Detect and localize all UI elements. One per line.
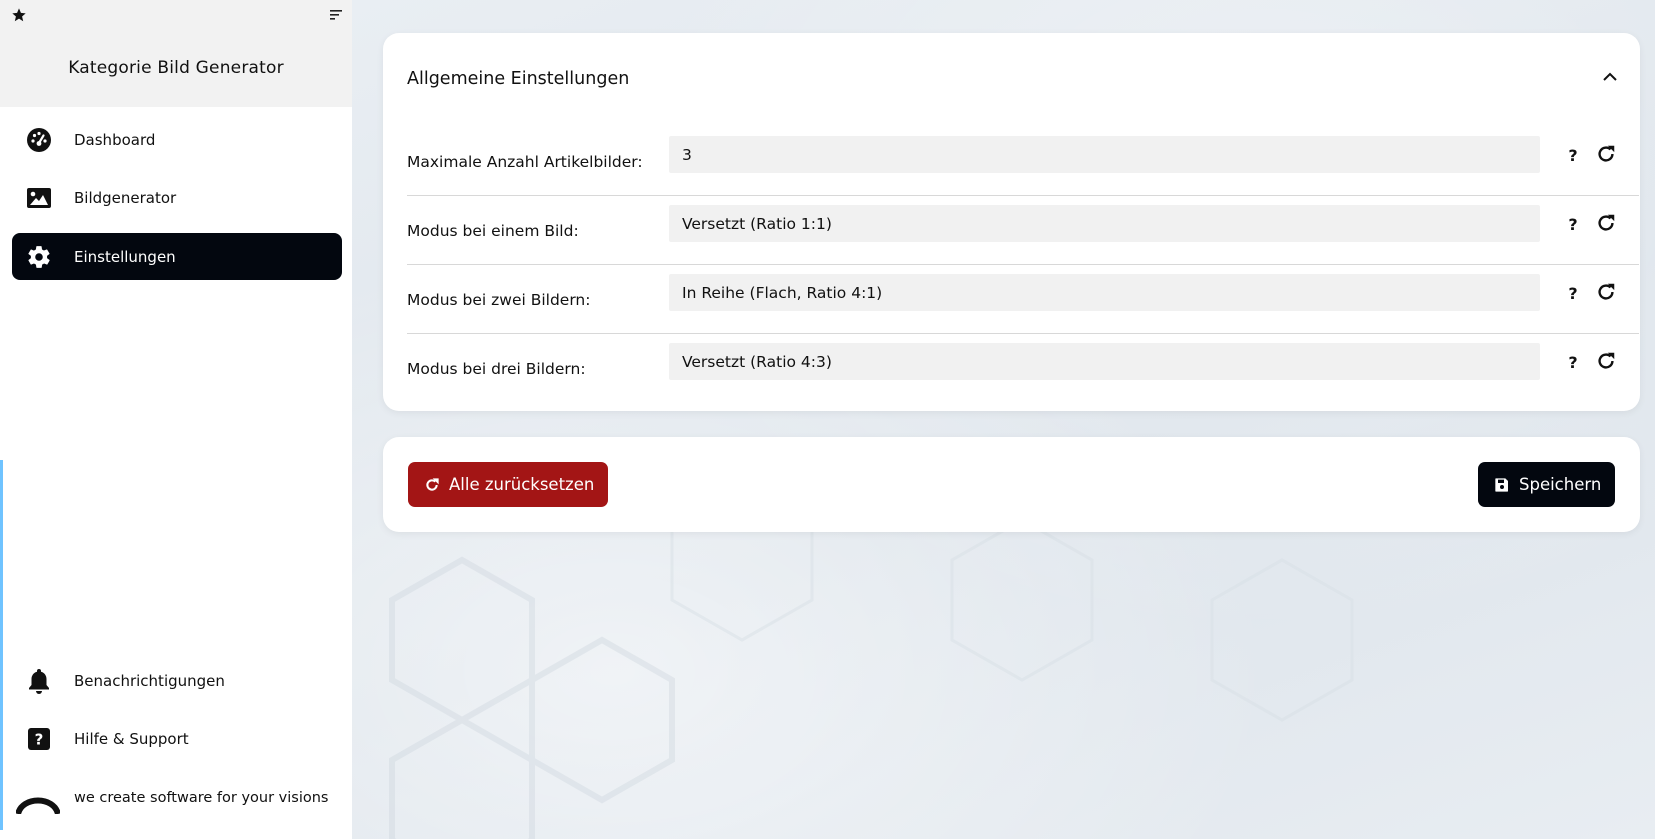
reset-all-label: Alle zurücksetzen [449, 475, 595, 494]
floppy-disk-icon [1495, 477, 1508, 492]
settings-card: Allgemeine Einstellungen Maximale Anzahl… [383, 33, 1640, 411]
reset-all-button[interactable]: Alle zurücksetzen [408, 462, 609, 507]
help-icon[interactable]: ? [1564, 209, 1582, 239]
nav-item-dashboard[interactable]: Dashboard [12, 116, 342, 163]
settings-section-title: Allgemeine Einstellungen [407, 69, 630, 89]
bell-icon [26, 668, 52, 694]
settings-row-max-images: Maximale Anzahl Artikelbilder: 3 ? [407, 127, 1639, 196]
reset-icon[interactable] [1595, 212, 1617, 234]
nav-item-bildgenerator[interactable]: Bildgenerator [12, 174, 342, 221]
svg-text:?: ? [35, 730, 44, 748]
nav-item-hilfe-support[interactable]: ? Hilfe & Support [12, 715, 342, 762]
chevron-up-icon[interactable] [1602, 69, 1618, 85]
brand-footer: we create software for your visions [16, 790, 328, 814]
nav-label-benachrichtigungen: Benachrichtigungen [74, 671, 225, 690]
nav-item-einstellungen[interactable]: Einstellungen [12, 233, 342, 280]
sort-menu-icon[interactable] [328, 7, 344, 23]
one-image-mode-select[interactable]: Versetzt (Ratio 1:1) [669, 205, 1540, 242]
settings-row-three-images: Modus bei drei Bildern: Versetzt (Ratio … [407, 334, 1615, 403]
setting-label: Modus bei zwei Bildern: [407, 290, 591, 309]
reset-icon[interactable] [1595, 143, 1617, 165]
nav-label-einstellungen: Einstellungen [74, 247, 176, 266]
setting-label: Modus bei drei Bildern: [407, 359, 586, 378]
brand-logo-icon [16, 797, 60, 814]
nav-label-bildgenerator: Bildgenerator [74, 188, 177, 207]
two-images-mode-select[interactable]: In Reihe (Flach, Ratio 4:1) [669, 274, 1540, 311]
gear-icon [26, 244, 52, 270]
three-images-mode-select[interactable]: Versetzt (Ratio 4:3) [669, 343, 1540, 380]
help-icon[interactable]: ? [1564, 347, 1582, 377]
actions-card: Alle zurücksetzen Speichern [383, 437, 1640, 532]
max-images-input[interactable]: 3 [669, 136, 1540, 173]
save-label: Speichern [1519, 475, 1602, 494]
brand-tagline: we create software for your visions [74, 790, 329, 806]
star-icon[interactable] [11, 7, 27, 23]
nav-label-hilfe-support: Hilfe & Support [74, 729, 189, 748]
setting-label: Modus bei einem Bild: [407, 221, 579, 240]
sidebar-header: Kategorie Bild Generator [0, 0, 352, 107]
help-icon[interactable]: ? [1564, 140, 1582, 170]
help-square-icon: ? [26, 726, 52, 752]
reset-icon[interactable] [1595, 281, 1617, 303]
reset-icon[interactable] [1595, 350, 1617, 372]
app-title: Kategorie Bild Generator [68, 58, 284, 78]
nav-label-dashboard: Dashboard [74, 130, 156, 149]
image-icon [26, 185, 52, 211]
nav-item-benachrichtigungen[interactable]: Benachrichtigungen [12, 657, 342, 704]
sidebar-accent-line [0, 460, 3, 830]
help-icon[interactable]: ? [1564, 278, 1582, 308]
setting-label: Maximale Anzahl Artikelbilder: [407, 152, 643, 171]
save-button[interactable]: Speichern [1478, 462, 1616, 507]
sidebar: Kategorie Bild Generator Dashboard Bildg [0, 0, 352, 839]
settings-row-one-image: Modus bei einem Bild: Versetzt (Ratio 1:… [407, 196, 1639, 265]
reset-icon [426, 477, 439, 491]
settings-row-two-images: Modus bei zwei Bildern: In Reihe (Flach,… [407, 265, 1639, 334]
dashboard-gauge-icon [26, 127, 52, 153]
